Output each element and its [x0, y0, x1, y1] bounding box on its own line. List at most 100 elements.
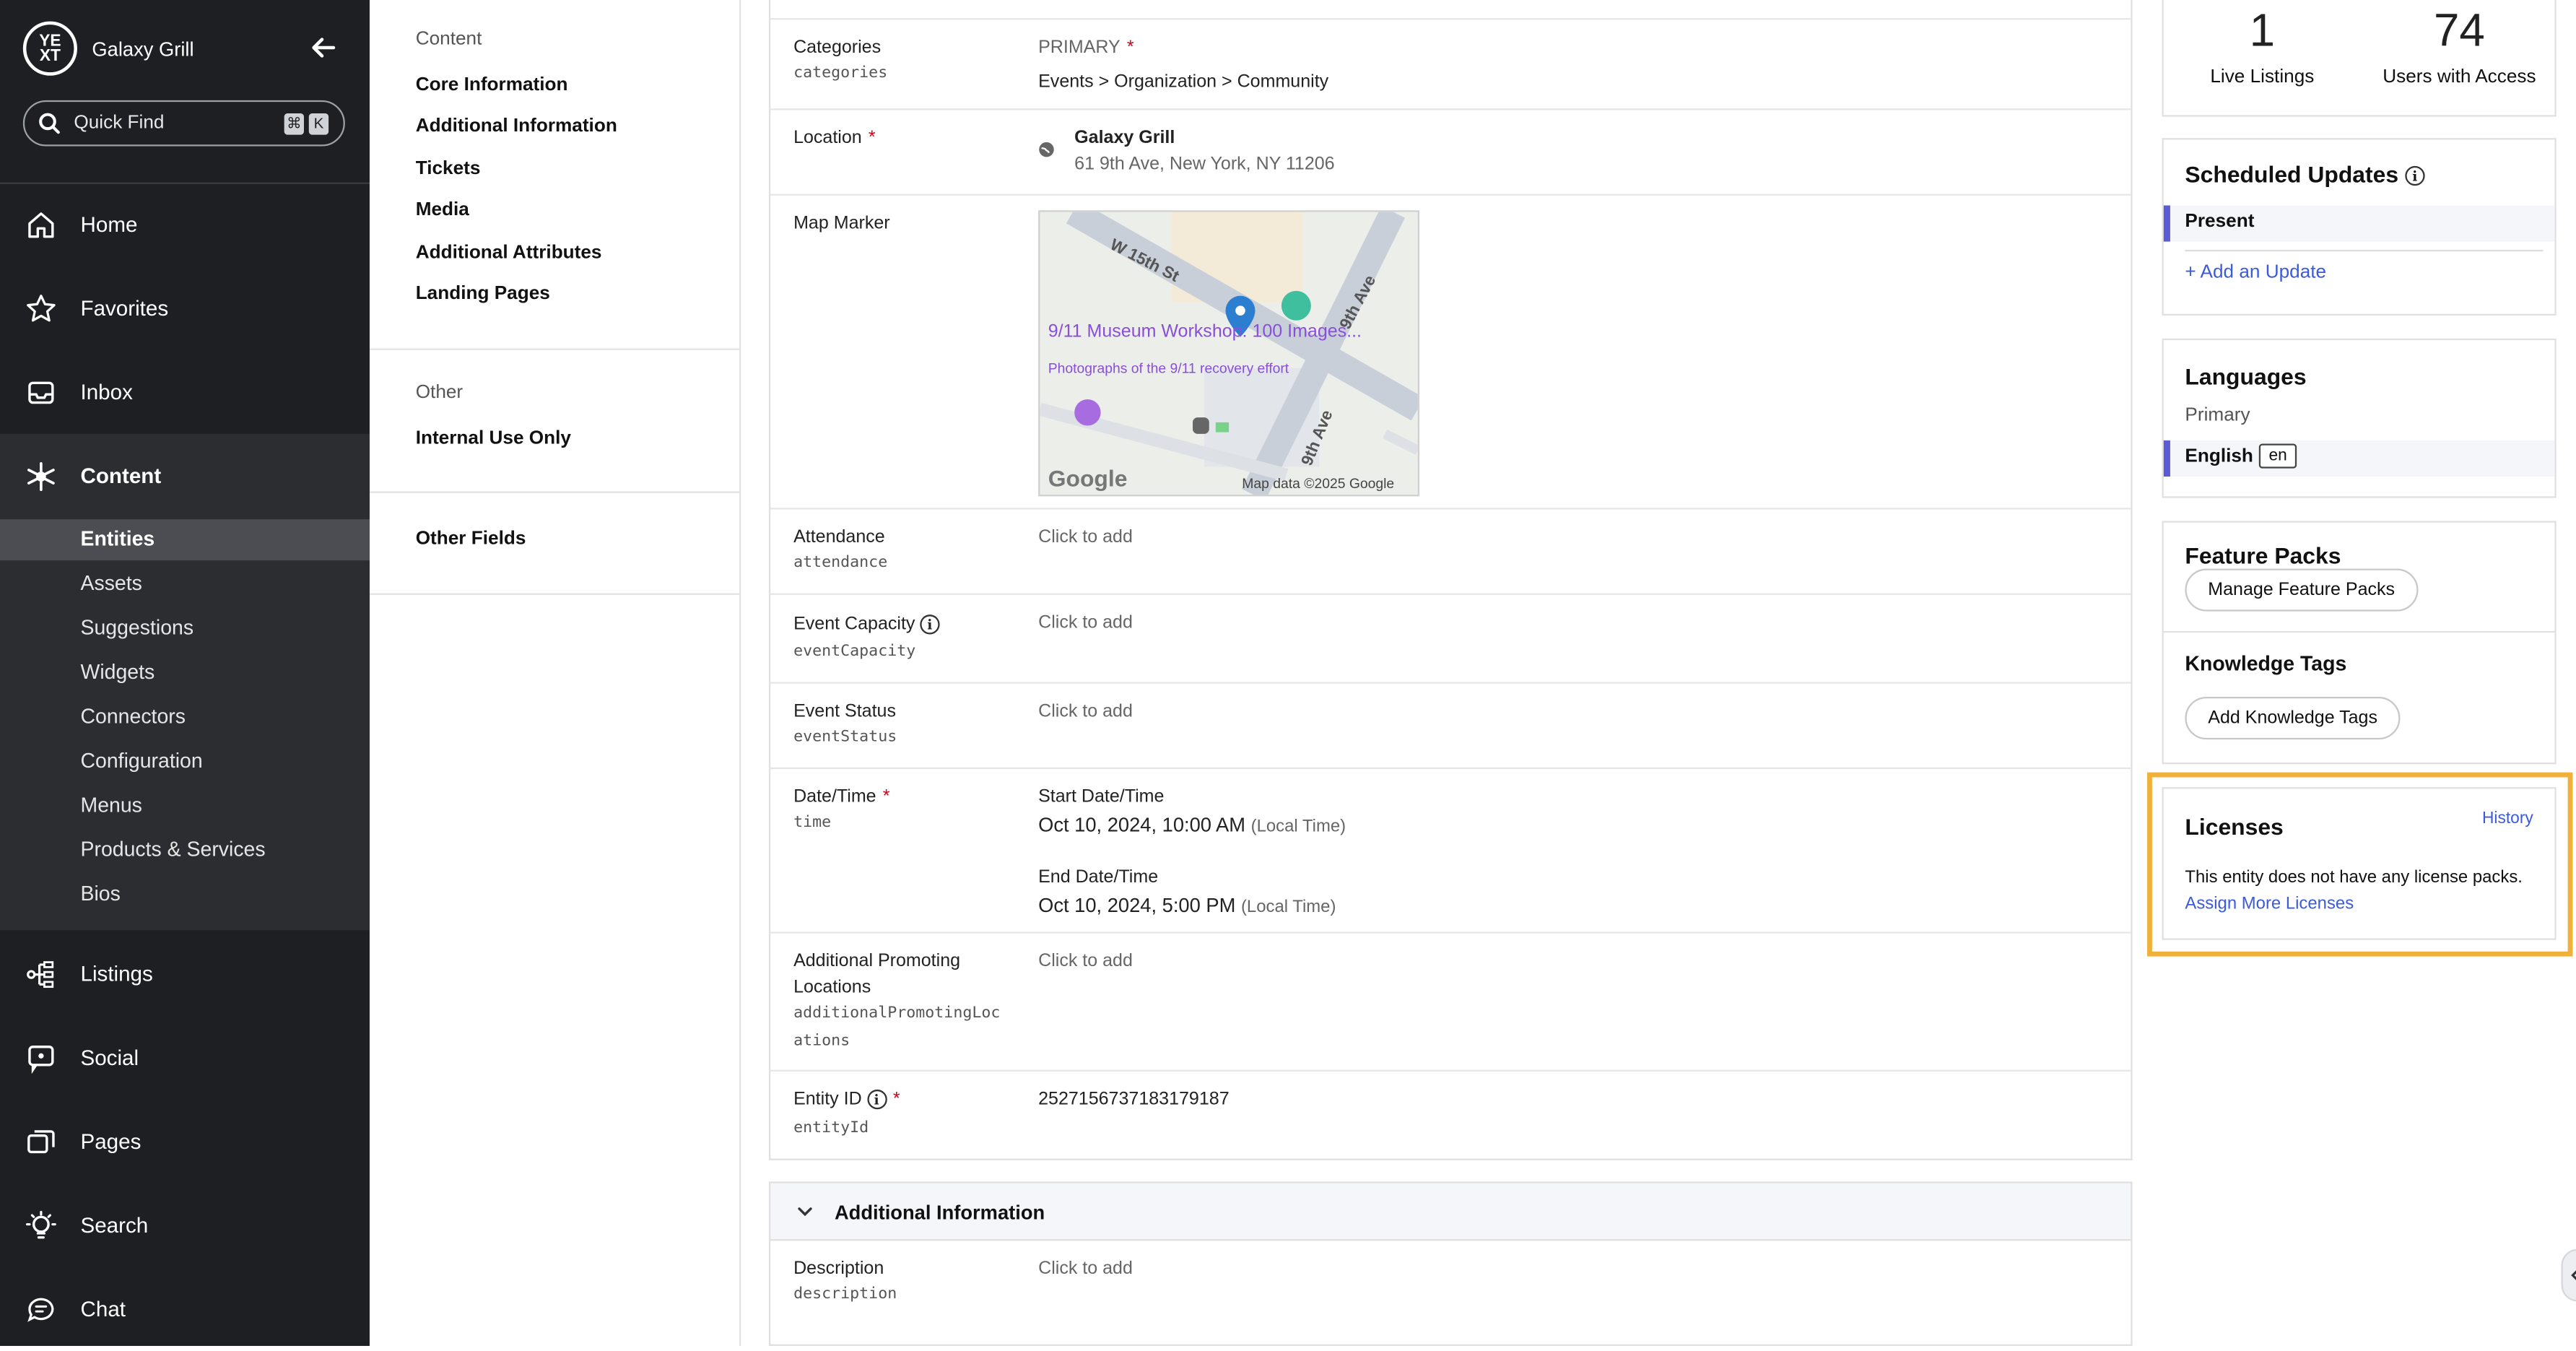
account-name: Galaxy Grill	[92, 37, 194, 61]
description-click-to-add[interactable]: Click to add	[1038, 1259, 1133, 1278]
map-marker-map[interactable]: W 15th St 9th Ave 9th Ave 9/11 Museum Wo…	[1038, 210, 1420, 497]
field-map-marker[interactable]: Map Marker W 15th St 9th Ave 9th Ave 9/1…	[770, 194, 2131, 510]
nav-favorites[interactable]: Favorites	[0, 266, 370, 350]
nav-chat[interactable]: Chat	[0, 1267, 370, 1351]
section-link-core-information[interactable]: Core Information	[416, 76, 568, 95]
section-link-additional-information[interactable]: Additional Information	[416, 117, 617, 136]
location-address: 61 9th Ave, New York, NY 11206	[1074, 154, 1335, 175]
scheduled-updates-card: Scheduled Updates i Present + Add an Upda…	[2162, 138, 2557, 316]
divider	[2185, 249, 2544, 252]
categories-value[interactable]: Events > Organization > Community	[1038, 72, 1328, 92]
nav-content[interactable]: Content	[0, 433, 370, 518]
field-attendance[interactable]: Attendance attendance Click to add	[770, 508, 2131, 595]
section-link-tickets[interactable]: Tickets	[416, 160, 481, 179]
star-icon	[27, 293, 56, 321]
section-link-other-fields[interactable]: Other Fields	[416, 529, 526, 549]
add-knowledge-tags-button[interactable]: Add Knowledge Tags	[2185, 696, 2401, 740]
search-icon	[39, 113, 60, 134]
field-label-line1: Additional Promoting	[793, 951, 961, 972]
field-key-line1: additionalPromotingLoc	[793, 1004, 1001, 1022]
start-date-text: Oct 10, 2024, 10:00 AM	[1038, 813, 1246, 837]
event-capacity-click-to-add[interactable]: Click to add	[1038, 613, 1133, 633]
language-row-english[interactable]: English en	[2163, 440, 2555, 477]
subnav-assets[interactable]: Assets	[0, 564, 370, 605]
nav-chat-label: Chat	[80, 1296, 126, 1321]
field-event-capacity[interactable]: Event Capacity i eventCapacity Click to a…	[770, 593, 2131, 684]
google-logo: Google	[1048, 466, 1128, 492]
quick-find-input[interactable]: Quick Find ⌘ K	[22, 100, 345, 147]
social-icon	[28, 1044, 54, 1074]
subnav-configuration[interactable]: Configuration	[0, 741, 370, 782]
add-update-link[interactable]: + Add an Update	[2185, 263, 2326, 282]
right-panel: 1 Live Listings 74 Users with Access Sch…	[2137, 0, 2576, 1346]
home-icon	[28, 212, 54, 238]
field-label: Location *	[793, 129, 875, 148]
core-information-card: Categories categories PRIMARY * Events > …	[768, 0, 2133, 1160]
end-date-value[interactable]: Oct 10, 2024, 5:00 PM (Local Time)	[1038, 894, 1336, 917]
nav-listings[interactable]: Listings	[0, 931, 370, 1015]
additional-information-header[interactable]: Additional Information	[768, 1181, 2133, 1241]
present-row[interactable]: Present	[2163, 205, 2555, 242]
users-access-label[interactable]: Users with Access	[2361, 67, 2558, 87]
collapse-arrow-icon[interactable]	[308, 31, 341, 64]
subnav-products-services[interactable]: Products & Services	[0, 830, 370, 871]
required-marker: *	[868, 128, 876, 148]
field-key: attendance	[793, 553, 888, 573]
field-key: eventCapacity	[793, 642, 916, 661]
nav-pages[interactable]: Pages	[0, 1100, 370, 1183]
info-icon[interactable]: i	[866, 1090, 887, 1110]
start-date-value[interactable]: Oct 10, 2024, 10:00 AM (Local Time)	[1038, 814, 1346, 837]
subnav-entities[interactable]: Entities	[0, 519, 370, 561]
present-label: Present	[2185, 212, 2255, 232]
primary-label: PRIMARY	[1038, 38, 1121, 58]
field-key: description	[793, 1285, 897, 1303]
event-capacity-label: Event Capacity	[793, 614, 915, 635]
nav-content-label: Content	[80, 463, 162, 488]
location-name[interactable]: Galaxy Grill	[1074, 129, 1175, 148]
nav-inbox[interactable]: Inbox	[0, 350, 370, 434]
field-event-status[interactable]: Event Status eventStatus Click to add	[770, 682, 2131, 769]
field-label: Entity ID i *	[793, 1090, 900, 1110]
section-link-media[interactable]: Media	[416, 201, 469, 220]
additional-promoting-click-to-add[interactable]: Click to add	[1038, 952, 1133, 971]
live-listings-label[interactable]: Live Listings	[2164, 67, 2361, 87]
nav-favorites-label: Favorites	[80, 295, 169, 321]
content-subnav: Entities Assets Suggestions Widgets Conn…	[0, 516, 370, 931]
nav-search[interactable]: Search	[0, 1183, 370, 1267]
additional-information-card: Description description Click to add	[768, 1241, 2133, 1346]
panel-toggle-tab[interactable]	[2561, 1248, 2576, 1302]
field-categories[interactable]: Categories categories PRIMARY * Events > …	[770, 18, 2131, 110]
field-label: Event Status	[793, 701, 897, 722]
attendance-click-to-add[interactable]: Click to add	[1038, 528, 1133, 547]
quick-find-shortcut: ⌘ K	[284, 112, 334, 134]
field-additional-promoting-locations[interactable]: Additional Promoting Locations additiona…	[770, 931, 2131, 1071]
scheduled-updates-title: Scheduled Updates i	[2185, 161, 2425, 187]
nav-home-label: Home	[80, 212, 138, 237]
nav-home[interactable]: Home	[0, 183, 370, 266]
subnav-widgets[interactable]: Widgets	[0, 653, 370, 694]
cmd-key: ⌘	[284, 112, 304, 134]
subnav-connectors[interactable]: Connectors	[0, 697, 370, 738]
info-icon[interactable]: i	[2405, 166, 2425, 186]
manage-feature-packs-button[interactable]: Manage Feature Packs	[2185, 568, 2418, 612]
section-link-internal-use-only[interactable]: Internal Use Only	[416, 429, 571, 448]
field-key: time	[793, 813, 832, 832]
k-key: K	[308, 112, 329, 134]
subnav-menus[interactable]: Menus	[0, 786, 370, 827]
inbox-icon	[28, 381, 54, 404]
info-icon[interactable]: i	[920, 614, 940, 635]
map-drawing: W 15th St 9th Ave 9th Ave 9/11 Museum Wo…	[1040, 212, 1418, 495]
field-date-time[interactable]: Date/Time * time Start Date/Time Oct 10, …	[770, 767, 2131, 934]
subnav-suggestions[interactable]: Suggestions	[0, 608, 370, 649]
subnav-bios[interactable]: Bios	[0, 874, 370, 916]
language-code-badge: en	[2258, 443, 2297, 469]
section-divider	[369, 491, 739, 493]
nav-social[interactable]: Social	[0, 1016, 370, 1100]
brand[interactable]: YE XT Galaxy Grill	[22, 21, 194, 76]
section-link-additional-attributes[interactable]: Additional Attributes	[416, 243, 602, 263]
field-description[interactable]: Description description Click to add	[770, 1241, 2131, 1323]
field-key-line2: ations	[793, 1032, 850, 1051]
event-status-click-to-add[interactable]: Click to add	[1038, 702, 1133, 721]
section-link-landing-pages[interactable]: Landing Pages	[416, 284, 550, 304]
field-location[interactable]: Location * Galaxy Grill 61 9th Ave, New Y…	[770, 108, 2131, 196]
